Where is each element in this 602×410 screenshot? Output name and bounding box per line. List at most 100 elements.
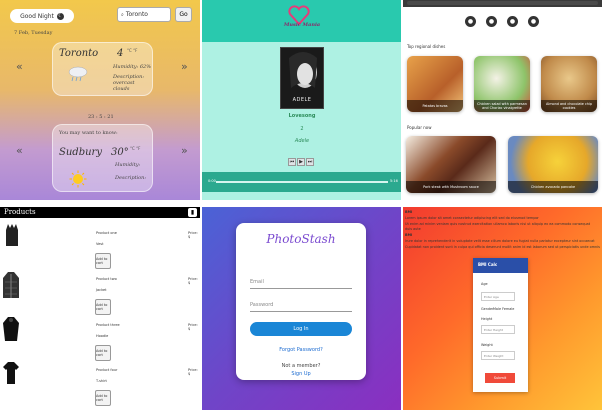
jacket-icon — [3, 272, 19, 298]
forgot-password-link[interactable]: Forgot Password? — [236, 347, 366, 353]
login-card: PhotoStash Email Password Log In Forgot … — [236, 223, 366, 380]
next-suggest-arrow[interactable]: » — [181, 144, 188, 157]
card-title: BMI Calc — [478, 262, 498, 267]
search-bar[interactable] — [407, 1, 598, 5]
section-heading-1: BMI — [405, 210, 413, 214]
artist-name: Adele — [294, 138, 310, 144]
height-input[interactable]: Enter Height — [481, 325, 515, 334]
product-desc: T-shirt — [96, 379, 107, 383]
date-label: 7 Feb, Tuesday — [14, 30, 53, 36]
unit-toggle-2[interactable]: °C °F — [130, 146, 140, 151]
email-field[interactable]: Email — [250, 279, 352, 289]
category-icons: ● ● ● ● — [465, 16, 539, 27]
app-logo-text: Music Mania — [283, 22, 321, 28]
section-heading-2: BMI — [405, 233, 413, 237]
product-price: Price: $ — [188, 368, 198, 376]
weather-card-primary: Toronto 4 °C °F Humidity: 62% Descriptio… — [52, 42, 153, 96]
age-label: Age — [481, 282, 488, 286]
prev-city-arrow[interactable]: « — [16, 60, 23, 73]
category-icon-1[interactable]: ● — [465, 16, 476, 27]
go-button[interactable]: Go — [175, 7, 192, 22]
clock: 23 : 5 : 21 — [88, 114, 114, 120]
product-name: Product one — [96, 231, 117, 235]
search-icon: ⌕ — [121, 11, 124, 18]
song-title: Lovesong — [288, 113, 316, 119]
temperature: 4 — [117, 48, 124, 59]
weather-card-secondary: You may want to know: Sudbury 30° °C °F … — [52, 124, 153, 192]
bmi-card: BMI Calc Age Enter Age Gender Male Femal… — [473, 258, 528, 392]
food-card-caption: Almond and chocolate chip cookies — [541, 100, 597, 112]
search-value: Toronto — [125, 11, 148, 18]
food-card-5[interactable]: Chicken avocado pancake — [508, 136, 598, 193]
height-label: Height — [481, 317, 493, 321]
greeting-text: Good Night — [20, 12, 54, 20]
food-card-1[interactable]: Patatas bravas — [407, 56, 463, 112]
gender-options[interactable]: Male Female — [493, 307, 514, 312]
play-button[interactable]: ▶ — [297, 158, 305, 166]
recipe-app: ● ● ● ● Top regional dishes Patatas brav… — [403, 0, 602, 200]
login-button[interactable]: Log In — [250, 322, 352, 336]
seek-slider[interactable] — [216, 181, 388, 183]
next-city-arrow[interactable]: » — [181, 60, 188, 73]
product-list: Products ▮ Product one Price: $ Vest Add… — [0, 207, 200, 410]
product-price: Price: $ — [188, 277, 198, 285]
city-name-2: Sudbury — [59, 147, 102, 158]
submit-button[interactable]: Submit — [485, 373, 515, 383]
weight-input[interactable]: Enter Weight — [481, 351, 515, 360]
password-field[interactable]: Password — [250, 302, 352, 312]
photostash-login: PhotoStash Email Password Log In Forgot … — [202, 207, 401, 410]
album-cover: ADELE — [280, 47, 324, 109]
cloud-rain-icon — [67, 65, 89, 83]
tshirt-icon — [3, 362, 19, 384]
food-card-caption: Pork steak with Mushroom sauce — [406, 181, 496, 193]
sign-up-link[interactable]: Sign Up — [236, 371, 366, 377]
add-to-cart-button[interactable]: Add to cart — [95, 253, 111, 269]
playback-controls: ⏮ ▶ ⏭ — [288, 158, 314, 166]
food-card-2[interactable]: Chicken salad with parmesan and Chorizo … — [474, 56, 530, 112]
city-name: Toronto — [59, 48, 99, 59]
greeting-badge: Good Night ☾ — [10, 9, 74, 23]
next-track-button[interactable]: ⏭ — [306, 158, 314, 166]
cart-icon[interactable]: ▮ — [188, 208, 197, 217]
app-logo: PhotoStash — [266, 232, 336, 246]
description-label-2: Description: — [115, 175, 147, 181]
age-input[interactable]: Enter Age — [481, 292, 515, 301]
category-icon-3[interactable]: ● — [507, 16, 518, 27]
vest-icon — [5, 224, 19, 246]
products-title: Products — [4, 208, 36, 216]
food-card-3[interactable]: Almond and chocolate chip cookies — [541, 56, 597, 112]
search-input[interactable]: ⌕ Toronto — [117, 7, 171, 22]
section-paragraph-2: Ut enim ad minim veniam quis nostrud exe… — [405, 222, 591, 231]
not-member-text: Not a member? — [281, 363, 321, 369]
product-name: Product three — [96, 323, 120, 327]
product-desc: Hoodie — [96, 334, 109, 338]
section-title-regional: Top regional dishes — [407, 44, 446, 49]
suggest-prompt: You may want to know: — [59, 130, 118, 136]
product-name: Product four — [96, 368, 118, 372]
category-icon-2[interactable]: ● — [486, 16, 497, 27]
bmi-form-page: BMI Lorem ipsum dolor sit amet consectet… — [403, 207, 602, 410]
time-total: 5:16 — [390, 179, 398, 183]
unit-toggle[interactable]: °C °F — [127, 48, 137, 53]
add-to-cart-button[interactable]: Add to cart — [95, 345, 111, 361]
section-title-popular: Popular now — [407, 125, 432, 130]
prev-track-button[interactable]: ⏮ — [288, 158, 296, 166]
section-paragraph-3: Irure dolor in reprehenderit in voluptat… — [405, 239, 595, 243]
section-paragraph-4: Cupidatat non proident sunt in culpa qui… — [405, 245, 600, 249]
food-card-4[interactable]: Pork steak with Mushroom sauce — [406, 136, 496, 193]
weather-app: Good Night ☾ ⌕ Toronto Go 7 Feb, Tuesday… — [0, 0, 200, 200]
add-to-cart-button[interactable]: Add to cart — [95, 299, 111, 315]
gender-label: Gender — [481, 307, 494, 311]
product-desc: Jacket — [96, 288, 107, 292]
hoodie-icon — [3, 316, 19, 341]
album-title: ADELE — [292, 97, 312, 103]
product-price: Price: $ — [188, 231, 198, 239]
product-name: Product two — [96, 277, 117, 281]
product-price: Price: $ — [188, 323, 198, 331]
sun-icon — [69, 170, 87, 188]
add-to-cart-button[interactable]: Add to cart — [95, 390, 111, 406]
track-number: 2 — [300, 126, 304, 132]
temperature-2: 30° — [111, 147, 129, 158]
category-icon-4[interactable]: ● — [528, 16, 539, 27]
prev-suggest-arrow[interactable]: « — [16, 144, 23, 157]
